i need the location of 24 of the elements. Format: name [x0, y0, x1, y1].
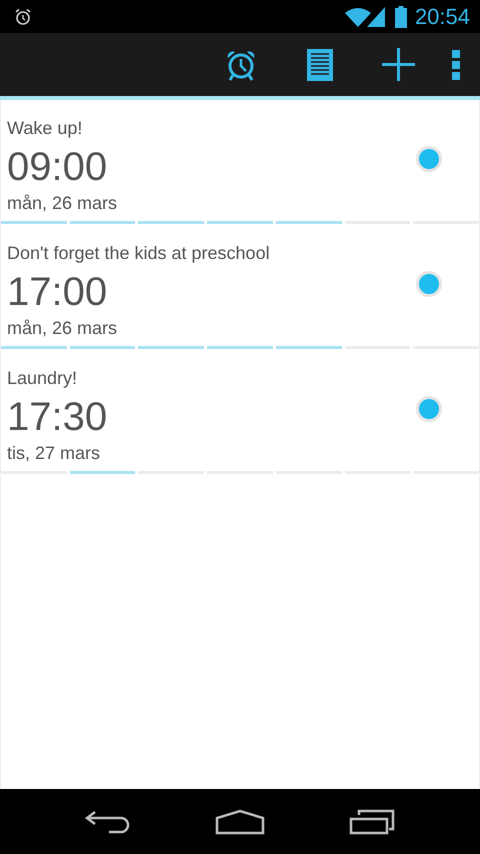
back-icon [85, 810, 131, 834]
alarm-date: tis, 27 mars [7, 442, 102, 465]
alarm-label: Laundry! [7, 367, 78, 390]
signal-icon [366, 6, 385, 26]
list-icon [306, 48, 332, 80]
recent-apps-icon [349, 808, 395, 834]
alarm-date: mån, 26 mars [7, 192, 118, 215]
alarm-clock-icon [224, 48, 256, 80]
alarm-toggle[interactable] [416, 146, 442, 172]
alarm-time: 09:00 [7, 144, 108, 191]
alarm-toggle[interactable] [416, 270, 442, 296]
wifi-icon [344, 6, 371, 26]
alarm-time: 17:30 [7, 394, 108, 441]
battery-icon [394, 6, 407, 28]
alarm-clock-icon [14, 8, 32, 26]
alarm-date: mån, 26 mars [7, 317, 118, 340]
alarm-label: Wake up! [7, 117, 84, 140]
add-icon [382, 48, 415, 81]
home-icon [215, 808, 265, 834]
menu-icon [452, 50, 460, 80]
clock-time: 20:54 [414, 4, 470, 30]
alarm-time: 17:00 [7, 269, 108, 316]
alarm-toggle[interactable] [416, 396, 442, 422]
alarm-label: Don't forget the kids at preschool [7, 242, 271, 265]
